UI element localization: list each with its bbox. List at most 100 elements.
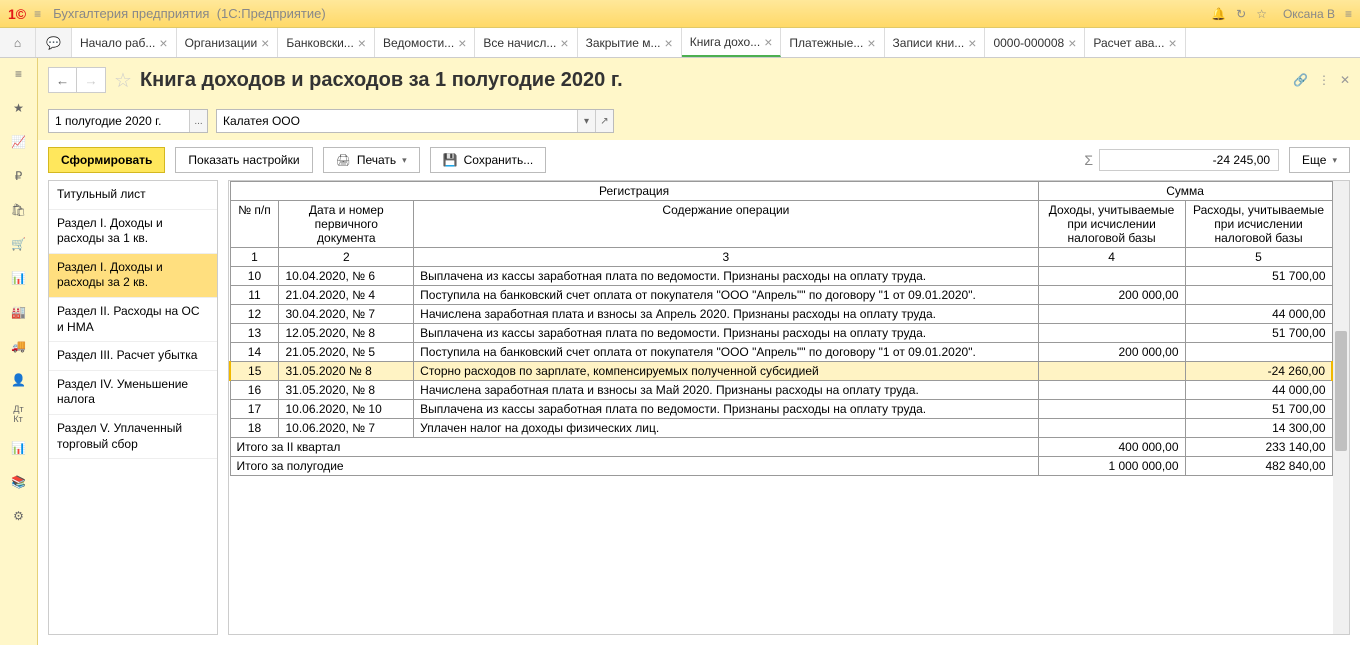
- truck-icon[interactable]: 🚚: [9, 336, 29, 356]
- tab-7[interactable]: Платежные...×: [781, 28, 884, 57]
- tab-1[interactable]: Организации×: [177, 28, 279, 57]
- home-button[interactable]: ⌂: [0, 28, 36, 57]
- bag-icon[interactable]: 🛍: [9, 200, 29, 220]
- table-row[interactable]: 1010.04.2020, № 6Выплачена из кассы зара…: [230, 267, 1332, 286]
- period-input[interactable]: [49, 110, 189, 132]
- tab-close-icon[interactable]: ×: [867, 35, 875, 51]
- cell-desc: Выплачена из кассы заработная плата по в…: [414, 324, 1038, 343]
- cell-income: [1038, 305, 1185, 324]
- star-icon[interactable]: ☆: [1256, 7, 1267, 21]
- tab-close-icon[interactable]: ×: [1068, 35, 1076, 51]
- tab-label: Все начисл...: [483, 36, 556, 50]
- col-doc: Дата и номер первичного документа: [279, 201, 414, 248]
- back-button[interactable]: ←: [49, 68, 77, 92]
- tab-close-icon[interactable]: ×: [560, 35, 568, 51]
- table-row[interactable]: 1810.06.2020, № 7Уплачен налог на доходы…: [230, 419, 1332, 438]
- section-item[interactable]: Раздел I. Доходы и расходы за 2 кв.: [49, 254, 217, 298]
- tab-8[interactable]: Записи кни...×: [885, 28, 986, 57]
- cell-expense: -24 260,00: [1185, 362, 1332, 381]
- close-page-icon[interactable]: ✕: [1340, 73, 1350, 87]
- total-expense: 482 840,00: [1185, 457, 1332, 476]
- table-row[interactable]: 1710.06.2020, № 10Выплачена из кассы зар…: [230, 400, 1332, 419]
- period-ellipsis[interactable]: ...: [189, 110, 207, 132]
- print-button[interactable]: 🖨 Печать ▾: [323, 147, 420, 173]
- section-item[interactable]: Раздел I. Доходы и расходы за 1 кв.: [49, 210, 217, 254]
- titlebar: 1© ≡ Бухгалтерия предприятия (1С:Предпри…: [0, 0, 1360, 28]
- tab-2[interactable]: Банковски...×: [278, 28, 375, 57]
- hamburger-icon[interactable]: ≡: [34, 7, 41, 21]
- section-item[interactable]: Раздел V. Уплаченный торговый сбор: [49, 415, 217, 459]
- tab-0[interactable]: Начало раб... ×: [72, 28, 177, 57]
- bell-icon[interactable]: 🔔: [1211, 7, 1226, 21]
- table-row[interactable]: 1631.05.2020, № 8Начислена заработная пл…: [230, 381, 1332, 400]
- favorite-icon[interactable]: ☆: [114, 68, 132, 93]
- cell-doc: 31.05.2020, № 8: [279, 381, 414, 400]
- user-label[interactable]: Оксана В: [1283, 7, 1335, 21]
- form-button[interactable]: Сформировать: [48, 147, 165, 173]
- tab-close-icon[interactable]: ×: [665, 35, 673, 51]
- table-row[interactable]: 1531.05.2020 № 8Сторно расходов по зарпл…: [230, 362, 1332, 381]
- link-icon[interactable]: 🔗: [1293, 73, 1308, 87]
- tab-close-icon[interactable]: ×: [458, 35, 466, 51]
- menu-icon[interactable]: ≡: [9, 64, 29, 84]
- scrollbar-thumb[interactable]: [1335, 331, 1347, 451]
- gear-icon[interactable]: ⚙: [9, 506, 29, 526]
- tab-6[interactable]: Книга дохо...×: [682, 28, 782, 57]
- org-open[interactable]: ↗: [595, 110, 613, 132]
- colnum: 4: [1038, 248, 1185, 267]
- bars-icon[interactable]: 📊: [9, 438, 29, 458]
- tab-close-icon[interactable]: ×: [159, 35, 167, 51]
- org-input[interactable]: [217, 110, 577, 132]
- person-icon[interactable]: 👤: [9, 370, 29, 390]
- forward-button[interactable]: →: [77, 68, 105, 92]
- table-row[interactable]: 1121.04.2020, № 4Поступила на банковский…: [230, 286, 1332, 305]
- table-row[interactable]: 1421.05.2020, № 5Поступила на банковский…: [230, 343, 1332, 362]
- tab-4[interactable]: Все начисл... ×: [475, 28, 577, 57]
- toolbar: Сформировать Показать настройки 🖨 Печать…: [38, 140, 1360, 180]
- chat-button[interactable]: 💬: [36, 28, 72, 57]
- org-field[interactable]: ▾ ↗: [216, 109, 614, 133]
- table-row[interactable]: 1312.05.2020, № 8Выплачена из кассы зара…: [230, 324, 1332, 343]
- tab-9[interactable]: 0000-000008×: [985, 28, 1085, 57]
- cell-expense: 51 700,00: [1185, 400, 1332, 419]
- cart-icon[interactable]: 🛒: [9, 234, 29, 254]
- ruble-icon[interactable]: ₽: [9, 166, 29, 186]
- cell-income: [1038, 324, 1185, 343]
- section-item[interactable]: Раздел II. Расходы на ОС и НМА: [49, 298, 217, 342]
- section-item[interactable]: Раздел III. Расчет убытка: [49, 342, 217, 371]
- total-label: Итого за полугодие: [230, 457, 1038, 476]
- history-icon[interactable]: ↻: [1236, 7, 1246, 21]
- cell-income: [1038, 400, 1185, 419]
- section-item[interactable]: Раздел IV. Уменьшение налога: [49, 371, 217, 415]
- warehouse-icon[interactable]: 📊: [9, 268, 29, 288]
- factory-icon[interactable]: 🏭: [9, 302, 29, 322]
- org-dropdown[interactable]: ▾: [577, 110, 595, 132]
- more-button[interactable]: Еще ▾: [1289, 147, 1350, 173]
- tab-3[interactable]: Ведомости...×: [375, 28, 475, 57]
- show-settings-button[interactable]: Показать настройки: [175, 147, 312, 173]
- table-row[interactable]: 1230.04.2020, № 7Начислена заработная пл…: [230, 305, 1332, 324]
- section-item[interactable]: Титульный лист: [49, 181, 217, 210]
- save-button[interactable]: 💾 Сохранить...: [430, 147, 547, 173]
- tab-close-icon[interactable]: ×: [358, 35, 366, 51]
- tab-close-icon[interactable]: ×: [968, 35, 976, 51]
- total-expense: 233 140,00: [1185, 438, 1332, 457]
- star-nav-icon[interactable]: ★: [9, 98, 29, 118]
- cell-num: 16: [230, 381, 279, 400]
- tab-label: Начало раб...: [80, 36, 155, 50]
- colnum: 5: [1185, 248, 1332, 267]
- tab-close-icon[interactable]: ×: [261, 35, 269, 51]
- dtkt-icon[interactable]: ДтКт: [9, 404, 29, 424]
- tab-5[interactable]: Закрытие м...×: [578, 28, 682, 57]
- cell-num: 14: [230, 343, 279, 362]
- more-vert-icon[interactable]: ⋮: [1318, 73, 1330, 87]
- menu-lines-icon[interactable]: ≡: [1345, 7, 1352, 21]
- books-icon[interactable]: 📚: [9, 472, 29, 492]
- chart-icon[interactable]: 📈: [9, 132, 29, 152]
- tab-10[interactable]: Расчет ава...×: [1085, 28, 1185, 57]
- tab-close-icon[interactable]: ×: [764, 34, 772, 50]
- tab-close-icon[interactable]: ×: [1168, 35, 1176, 51]
- scrollbar[interactable]: [1333, 181, 1349, 634]
- period-field[interactable]: ...: [48, 109, 208, 133]
- cell-num: 10: [230, 267, 279, 286]
